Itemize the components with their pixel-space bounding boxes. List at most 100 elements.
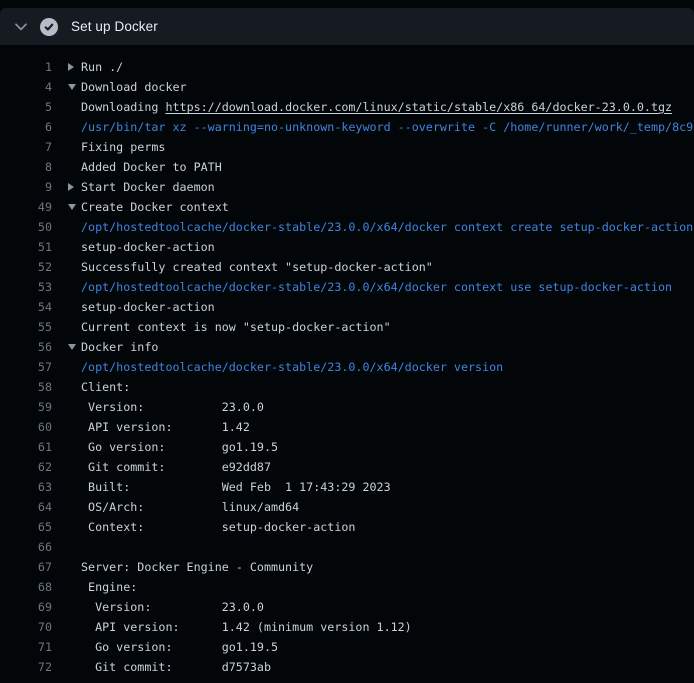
log-row: 7Fixing perms (0, 137, 694, 157)
line-number[interactable]: 8 (0, 157, 52, 177)
gutter-gap (52, 477, 68, 497)
triangle-down-icon (68, 84, 76, 90)
line-number[interactable]: 72 (0, 657, 52, 677)
line-number[interactable]: 7 (0, 137, 52, 157)
gutter-gap (52, 137, 68, 157)
log-row: 72 Git commit: d7573ab (0, 657, 694, 677)
gutter-gap (52, 437, 68, 457)
log-row: 71 Go version: go1.19.5 (0, 637, 694, 657)
log-row: 54 setup-docker-action (0, 297, 694, 317)
group-arrow (68, 77, 81, 97)
line-number[interactable]: 59 (0, 397, 52, 417)
line-number[interactable]: 61 (0, 437, 52, 457)
log-text: Version: 23.0.0 (81, 597, 264, 617)
log-text: setup-docker-action (81, 237, 215, 257)
log-row: 57/opt/hostedtoolcache/docker-stable/23.… (0, 357, 694, 377)
arrow-spacer (68, 237, 81, 257)
arrow-spacer (68, 537, 81, 557)
arrow-spacer (68, 157, 81, 177)
line-number[interactable]: 51 (0, 237, 52, 257)
gutter-gap (52, 417, 68, 437)
log-text: Go version: go1.19.5 (81, 437, 278, 457)
line-number[interactable]: 69 (0, 597, 52, 617)
line-number[interactable]: 65 (0, 517, 52, 537)
log-command-text: /opt/hostedtoolcache/docker-stable/23.0.… (81, 357, 503, 377)
line-number[interactable]: 57 (0, 357, 52, 377)
arrow-spacer (68, 477, 81, 497)
line-number[interactable]: 66 (0, 537, 52, 557)
arrow-spacer (68, 217, 81, 237)
line-number[interactable]: 68 (0, 577, 52, 597)
arrow-spacer (68, 457, 81, 477)
line-number[interactable]: 58 (0, 377, 52, 397)
log-text: Run ./ (81, 57, 123, 77)
gutter-gap (52, 617, 68, 637)
line-number[interactable]: 53 (0, 277, 52, 297)
log-group-row[interactable]: 4Download docker (0, 77, 694, 97)
arrow-spacer (68, 317, 81, 337)
log-group-row[interactable]: 56Docker info (0, 337, 694, 357)
line-number[interactable]: 62 (0, 457, 52, 477)
log-text: Successfully created context "setup-dock… (81, 257, 433, 277)
gutter-gap (52, 497, 68, 517)
step-header[interactable]: Set up Docker (0, 8, 694, 45)
line-number[interactable]: 1 (0, 57, 52, 77)
group-arrow (68, 177, 81, 197)
arrow-spacer (68, 137, 81, 157)
gutter-gap (52, 317, 68, 337)
log-row: 52 Successfully created context "setup-do… (0, 257, 694, 277)
log-row: 65 Context: setup-docker-action (0, 517, 694, 537)
log-link[interactable]: https://download.docker.com/linux/static… (165, 100, 672, 114)
line-number[interactable]: 71 (0, 637, 52, 657)
log-row: 66 (0, 537, 694, 557)
line-number[interactable]: 70 (0, 617, 52, 637)
log-command-text: /opt/hostedtoolcache/docker-stable/23.0.… (81, 277, 672, 297)
log-group-row[interactable]: 49Create Docker context (0, 197, 694, 217)
log-row: 61 Go version: go1.19.5 (0, 437, 694, 457)
line-number[interactable]: 9 (0, 177, 52, 197)
chevron-down-icon (15, 23, 27, 31)
log-group-row[interactable]: 9 Start Docker daemon (0, 177, 694, 197)
line-number[interactable]: 60 (0, 417, 52, 437)
gutter-gap (52, 157, 68, 177)
line-number[interactable]: 64 (0, 497, 52, 517)
line-number[interactable]: 67 (0, 557, 52, 577)
line-number[interactable]: 52 (0, 257, 52, 277)
log-row: 60 API version: 1.42 (0, 417, 694, 437)
triangle-right-icon (68, 183, 74, 191)
log-text: Git commit: e92dd87 (81, 457, 271, 477)
line-number[interactable]: 54 (0, 297, 52, 317)
arrow-spacer (68, 297, 81, 317)
log-row: 67Server: Docker Engine - Community (0, 557, 694, 577)
arrow-spacer (68, 377, 81, 397)
log-text: Version: 23.0.0 (81, 397, 264, 417)
log-row: 70 API version: 1.42 (minimum version 1.… (0, 617, 694, 637)
line-number[interactable]: 50 (0, 217, 52, 237)
log-text: setup-docker-action (81, 297, 215, 317)
triangle-down-icon (68, 344, 76, 350)
arrow-spacer (68, 277, 81, 297)
gutter-gap (52, 457, 68, 477)
log-group-row[interactable]: 1 Run ./ (0, 57, 694, 77)
gutter-gap (52, 557, 68, 577)
line-number[interactable]: 5 (0, 97, 52, 117)
line-number[interactable]: 6 (0, 117, 52, 137)
gutter-gap (52, 277, 68, 297)
log-row: 69 Version: 23.0.0 (0, 597, 694, 617)
line-number[interactable]: 56 (0, 337, 52, 357)
log-row: 6/usr/bin/tar xz --warning=no-unknown-ke… (0, 117, 694, 137)
log-row: 68 Engine: (0, 577, 694, 597)
arrow-spacer (68, 417, 81, 437)
arrow-spacer (68, 637, 81, 657)
line-number[interactable]: 4 (0, 77, 52, 97)
line-number[interactable]: 63 (0, 477, 52, 497)
arrow-spacer (68, 497, 81, 517)
line-number[interactable]: 55 (0, 317, 52, 337)
gutter-gap (52, 297, 68, 317)
gutter-gap (52, 357, 68, 377)
log-command-text: /usr/bin/tar xz --warning=no-unknown-key… (81, 117, 694, 137)
log-row: 55Current context is now "setup-docker-a… (0, 317, 694, 337)
log-text: Start Docker daemon (81, 177, 215, 197)
line-number[interactable]: 49 (0, 197, 52, 217)
gutter-gap (52, 117, 68, 137)
